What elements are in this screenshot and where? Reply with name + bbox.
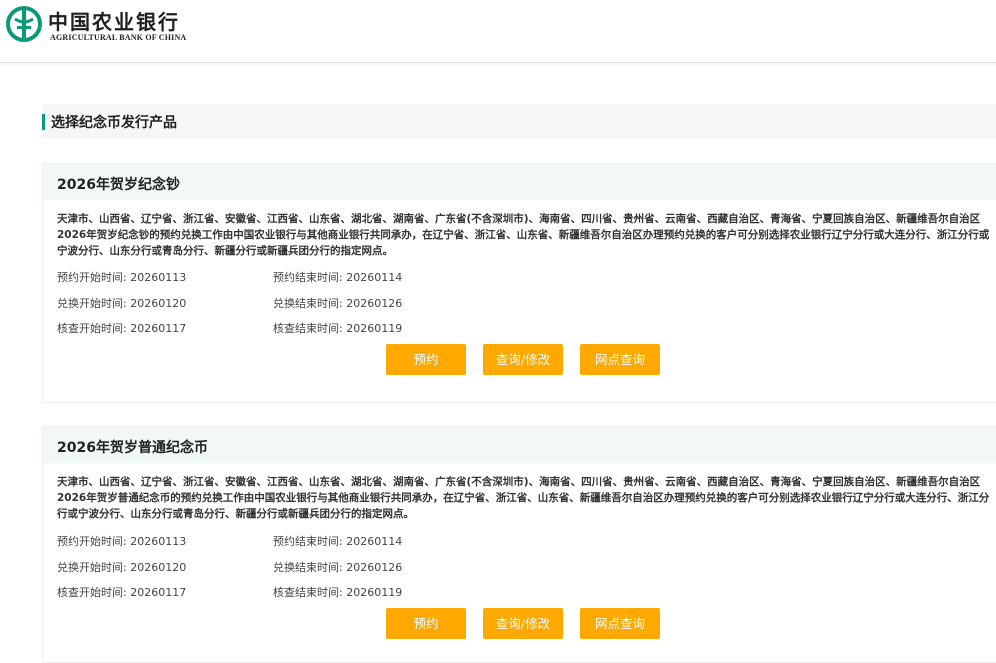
reserve-button[interactable]: 预约 [386, 344, 466, 375]
exchange-end-time: 兑换结束时间: 20260126 [273, 297, 403, 310]
reserve-start-time: 预约开始时间: 20260113 [57, 535, 187, 548]
product-card-header: 2026年贺岁普通纪念币 [43, 427, 996, 463]
product-card: 2026年贺岁纪念钞 天津市、山西省、辽宁省、浙江省、安徽省、江西省、山东省、湖… [42, 163, 996, 403]
product-title: 2026年贺岁普通纪念币 [57, 440, 208, 456]
reserve-button[interactable]: 预约 [386, 608, 466, 639]
product-card-header: 2026年贺岁纪念钞 [43, 164, 996, 200]
product-title: 2026年贺岁纪念钞 [57, 177, 180, 193]
exchange-start-time: 兑换开始时间: 20260120 [57, 297, 187, 310]
product-description: 天津市、山西省、辽宁省、浙江省、安徽省、江西省、山东省、湖北省、湖南省、广东省(… [57, 213, 990, 257]
reserve-end-time: 预约结束时间: 20260114 [273, 535, 403, 548]
exchange-end-time: 兑换结束时间: 20260126 [273, 561, 403, 574]
section-header: 选择纪念币发行产品 [42, 104, 996, 138]
reserve-end-time: 预约结束时间: 20260114 [273, 271, 403, 284]
logo-english-name: AGRICULTURAL BANK OF CHINA [50, 33, 187, 42]
section-title: 选择纪念币发行产品 [51, 115, 177, 131]
check-start-time: 核查开始时间: 20260117 [57, 586, 187, 599]
product-description: 天津市、山西省、辽宁省、浙江省、安徽省、江西省、山东省、湖北省、湖南省、广东省(… [57, 476, 990, 520]
branch-query-button[interactable]: 网点查询 [580, 344, 660, 375]
reserve-start-time: 预约开始时间: 20260113 [57, 271, 187, 284]
check-end-time: 核查结束时间: 20260119 [273, 586, 403, 599]
logo-chinese-name: 中国农业银行 [48, 10, 180, 34]
product-card: 2026年贺岁普通纪念币 天津市、山西省、辽宁省、浙江省、安徽省、江西省、山东省… [42, 426, 996, 663]
site-header: 中国农业银行 AGRICULTURAL BANK OF CHINA [0, 0, 996, 63]
check-end-time: 核查结束时间: 20260119 [273, 322, 403, 335]
query-modify-button[interactable]: 查询/修改 [483, 344, 563, 375]
query-modify-button[interactable]: 查询/修改 [483, 608, 563, 639]
check-start-time: 核查开始时间: 20260117 [57, 322, 187, 335]
branch-query-button[interactable]: 网点查询 [580, 608, 660, 639]
abc-logo-icon[interactable] [6, 6, 42, 42]
section-accent-bar [42, 114, 45, 130]
exchange-start-time: 兑换开始时间: 20260120 [57, 561, 187, 574]
